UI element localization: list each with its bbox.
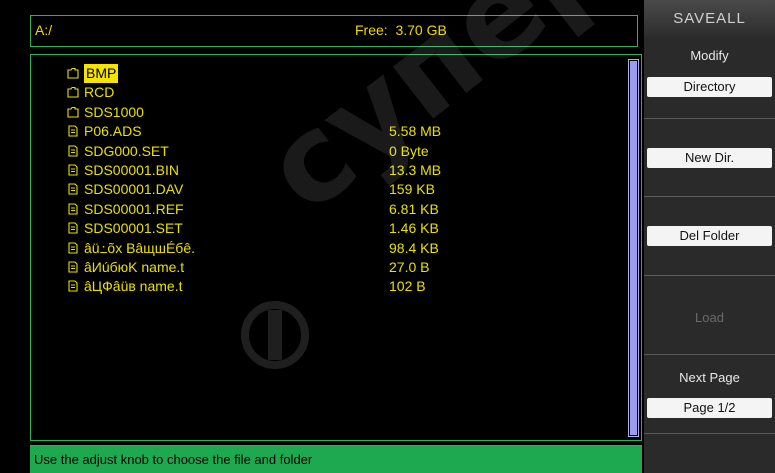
file-item[interactable]: âü߸õx BâщшÉбê. 98.4 KB (67, 239, 439, 258)
status-message: Use the adjust knob to choose the file a… (34, 452, 313, 467)
modify-value: Directory (647, 77, 772, 97)
file-item[interactable]: SDS00001.SET 1.46 KB (67, 219, 439, 238)
folder-item[interactable]: RCD (67, 83, 195, 102)
file-icon (67, 162, 79, 176)
new-dir-softkey[interactable]: New Dir. (644, 119, 775, 196)
file-icon (67, 201, 79, 215)
file-size: 102 B (389, 278, 426, 295)
file-size: 0 Byte (389, 142, 429, 159)
file-size: 27.0 B (389, 258, 430, 275)
modify-label: Modify (690, 48, 729, 63)
file-name: SDS00001.DAV (84, 181, 184, 198)
scrollbar-thumb[interactable] (630, 61, 637, 435)
load-button: Load (695, 310, 724, 325)
file-name: P06.ADS (84, 123, 142, 140)
free-label: Free: (355, 22, 388, 38)
file-icon (67, 259, 79, 273)
modify-softkey[interactable]: Modify Directory (644, 38, 775, 102)
file-item[interactable]: âИúбюK name.t 27.0 B (67, 258, 429, 277)
free-space: Free: 3.70 GB (355, 22, 447, 38)
folder-icon (67, 84, 79, 98)
file-name: RCD (84, 84, 115, 101)
file-size: 159 KB (389, 181, 435, 198)
file-item[interactable]: SDS00001.REF 6.81 KB (67, 200, 439, 219)
file-name: âИúбюK name.t (84, 258, 185, 275)
menu-divider (644, 433, 775, 434)
watermark-logo-icon (241, 301, 309, 369)
file-name: âü߸õx BâщшÉбê. (84, 239, 195, 256)
folder-item[interactable]: BMP (67, 64, 195, 84)
file-icon (67, 181, 79, 195)
next-page-label: Next Page (679, 370, 740, 385)
file-icon (67, 220, 79, 234)
load-softkey[interactable]: Load (644, 276, 775, 354)
path-header: A:/ Free: 3.70 GB (30, 15, 638, 47)
free-value: 3.70 GB (395, 22, 447, 38)
file-list-panel: BMP RCD SDS1000 P06.ADS 5.58 MB SDG000.SET 0 B… (30, 54, 642, 441)
file-name: SDS00001.BIN (84, 161, 179, 178)
current-path: A:/ (35, 22, 53, 38)
status-bar: Use the adjust knob to choose the file a… (30, 445, 642, 473)
file-size: 5.58 MB (389, 123, 442, 140)
file-icon (67, 278, 79, 292)
file-size: 98.4 KB (389, 239, 439, 256)
new-dir-button: New Dir. (647, 148, 772, 168)
file-size: 6.81 KB (389, 200, 439, 217)
folder-icon (67, 104, 79, 118)
file-item[interactable]: SDG000.SET 0 Byte (67, 142, 429, 161)
folder-icon (67, 65, 79, 79)
file-name: BMP (84, 64, 119, 84)
file-icon (67, 240, 79, 254)
file-size: 13.3 MB (389, 161, 442, 178)
file-name: âЦФâüв name.t (84, 278, 183, 295)
file-item[interactable]: SDS00001.BIN 13.3 MB (67, 161, 441, 180)
file-list: BMP RCD SDS1000 P06.ADS 5.58 MB SDG000.SET 0 B… (67, 64, 441, 297)
scrollbar[interactable] (628, 59, 639, 437)
next-page-softkey[interactable]: Next Page Page 1/2 (644, 355, 775, 433)
file-size: 1.46 KB (389, 220, 439, 237)
page-indicator: Page 1/2 (647, 398, 772, 418)
folder-item[interactable]: SDS1000 (67, 103, 195, 122)
file-icon (67, 143, 79, 157)
del-folder-softkey[interactable]: Del Folder (644, 197, 775, 275)
file-item[interactable]: P06.ADS 5.58 MB (67, 122, 441, 141)
file-item[interactable]: âЦФâüв name.t 102 B (67, 277, 426, 296)
file-name: SDS00001.SET (84, 220, 183, 237)
del-folder-button: Del Folder (647, 226, 772, 246)
file-name: SDS00001.REF (84, 200, 184, 217)
softkey-menu: SAVEALL Modify Directory New Dir. Del Fo… (644, 0, 775, 473)
file-item[interactable]: SDS00001.DAV 159 KB (67, 180, 435, 199)
file-name: SDG000.SET (84, 142, 169, 159)
file-name: SDS1000 (84, 103, 144, 120)
menu-title: SAVEALL (644, 0, 775, 38)
file-icon (67, 123, 79, 137)
